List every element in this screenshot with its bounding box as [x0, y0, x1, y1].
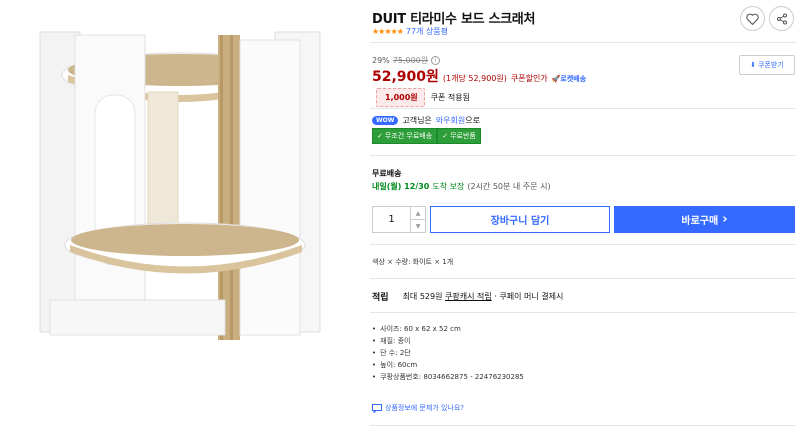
wow-suffix: 으로: [465, 116, 480, 125]
divider: [370, 42, 796, 43]
product-title: DUIT 티라미수 보드 스크래처: [372, 12, 536, 27]
rating-row[interactable]: ★★★★★ 77개 상품평: [372, 26, 448, 37]
list-item: 높이: 60cm: [372, 359, 524, 371]
download-icon: ⬇: [750, 61, 757, 69]
divider: [370, 425, 796, 426]
quantity-stepper[interactable]: 1 ▲ ▼: [372, 206, 426, 233]
coupon-amount-badge: 1,000원: [376, 88, 425, 107]
divider: [370, 108, 796, 109]
wow-badge: WOW: [372, 116, 399, 125]
coupang-cash-link[interactable]: 쿠팡캐시 적립: [445, 292, 492, 301]
reward-text-group: 최대 529원 쿠팡캐시 적립 · 쿠페이 머니 결제시: [403, 291, 564, 302]
free-shipping-tag: ✓ 무조건 무료배송: [372, 128, 438, 144]
list-item: 쿠팡상품번호: 8034662875 - 22476230285: [372, 371, 524, 383]
wishlist-heart-button[interactable]: [740, 6, 765, 31]
wow-member-link[interactable]: 와우회원: [436, 115, 465, 126]
get-coupon-label: 쿠폰받기: [758, 61, 784, 69]
benefit-tags: ✓ 무조건 무료배송 ✓ 무료반품: [372, 128, 481, 144]
spec-list: 사이즈: 60 x 62 x 52 cm 재질: 종이 단 수: 2단 높이: …: [372, 323, 524, 383]
divider: [370, 312, 796, 313]
divider: [370, 155, 796, 156]
share-icon: [776, 13, 787, 24]
star-rating-icon: ★★★★★: [372, 27, 404, 36]
review-count-link[interactable]: 77개 상품평: [406, 26, 448, 37]
delivery-date: 내일(월) 12/30: [372, 182, 430, 191]
share-button[interactable]: [769, 6, 794, 31]
chevron-up-icon: ▲: [415, 209, 421, 217]
sale-price: 52,900원: [372, 69, 439, 85]
info-icon[interactable]: i: [431, 56, 441, 65]
list-item: 사이즈: 60 x 62 x 52 cm: [372, 323, 524, 335]
reward-row: 적립 최대 529원 쿠팡캐시 적립 · 쿠페이 머니 결제시: [372, 290, 563, 303]
unit-price: (1개당 52,900원): [442, 74, 507, 83]
quantity-buttons: ▲ ▼: [411, 207, 425, 232]
original-price: 75,000원: [392, 56, 429, 65]
list-item: 재질: 종이: [372, 335, 524, 347]
free-shipping-label: 무조건 무료배송: [384, 132, 433, 140]
coupon-price-label: 쿠폰할인가: [510, 74, 548, 83]
free-return-tag: ✓ 무료반품: [437, 128, 481, 144]
divider: [370, 278, 796, 279]
selected-option: 색상 × 수량: 화이트 × 1개: [372, 258, 454, 266]
reward-amount: 최대 529원: [402, 292, 443, 301]
discount-rate: 29%: [372, 56, 390, 65]
wow-prefix: 고객님은: [402, 116, 432, 125]
check-icon: ✓: [442, 132, 449, 140]
reward-rest: · 쿠페이 머니 결제시: [494, 292, 564, 301]
chevron-down-icon: ▼: [415, 222, 421, 230]
quantity-increase-button[interactable]: ▲: [411, 207, 425, 220]
add-to-cart-button[interactable]: 장바구니 담기: [430, 206, 610, 233]
coupon-applied-text: 쿠폰 적용됨: [430, 93, 471, 102]
shipping-label: 무료배송: [372, 169, 402, 178]
rocket-delivery-badge: 🚀로켓배송: [551, 75, 587, 83]
order-deadline-note: (2시간 50분 내 주문 시): [467, 182, 551, 191]
heart-icon: [746, 13, 759, 25]
list-item: 단 수: 2단: [372, 347, 524, 359]
report-issue-link[interactable]: 상품정보에 문제가 있나요?: [372, 403, 464, 413]
free-return-label: 무료반품: [450, 132, 476, 140]
report-issue-label: 상품정보에 문제가 있나요?: [385, 404, 465, 412]
wow-row: WOW 고객님은 와우회원 으로: [372, 115, 480, 126]
discount-row: 29% 75,000원 i: [372, 55, 441, 66]
coupon-row: 1,000원 쿠폰 적용됨: [376, 88, 470, 107]
delivery-date-row: 내일(월) 12/30 도착 보장 (2시간 50분 내 주문 시): [372, 181, 551, 192]
delivery-guarantee: 도착 보장: [432, 182, 465, 191]
divider: [370, 244, 796, 245]
quantity-input[interactable]: 1: [373, 207, 411, 232]
check-icon: ✓: [377, 132, 383, 140]
buy-now-button[interactable]: 바로구매 ›: [614, 206, 795, 233]
price-row: 52,900원 (1개당 52,900원) 쿠폰할인가 🚀로켓배송: [372, 66, 586, 86]
chevron-right-icon: ›: [722, 212, 728, 227]
comment-icon: [372, 403, 382, 413]
product-info-panel: DUIT 티라미수 보드 스크래처 ★★★★★ 77개 상품평 29% 75,0…: [370, 0, 798, 439]
reward-label: 적립: [372, 293, 389, 303]
buy-now-label: 바로구매: [681, 216, 719, 227]
quantity-decrease-button[interactable]: ▼: [411, 220, 425, 232]
get-coupon-button[interactable]: ⬇ 쿠폰받기: [739, 55, 795, 75]
rocket-delivery-label: 로켓배송: [560, 75, 587, 83]
product-image: [30, 20, 330, 350]
